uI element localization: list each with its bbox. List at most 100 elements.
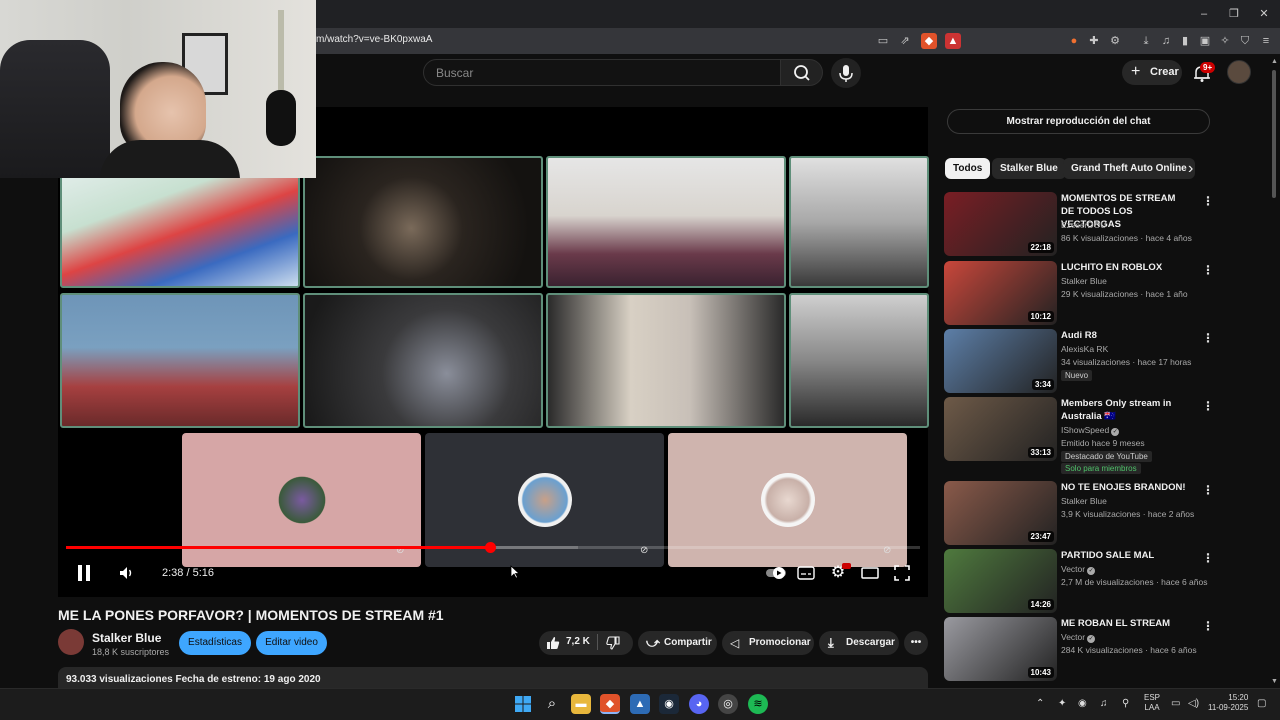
menu-icon[interactable]: ≡ — [1258, 33, 1274, 49]
edit-video-button[interactable]: Editar video — [256, 631, 327, 655]
share-page-icon[interactable]: ⇗ — [897, 33, 913, 49]
sidebar-icon[interactable]: ▮ — [1177, 33, 1193, 49]
download-icon[interactable]: ⤓ — [1138, 33, 1154, 49]
vpn-icon[interactable]: ⛉ — [1237, 33, 1253, 49]
tray-steam-icon[interactable]: ◉ — [1078, 698, 1087, 709]
download-button[interactable]: ⤓ Descargar — [819, 631, 899, 655]
recommendation-item[interactable]: 22:18 MOMENTOS DE STREAM DE TODOS LOS VEC… — [944, 192, 1224, 258]
start-button[interactable] — [513, 694, 533, 714]
recommendation-item[interactable]: 33:13 Members Only stream in Australia 🇦🇺… — [944, 397, 1224, 474]
autoplay-toggle[interactable] — [765, 565, 787, 581]
search-button[interactable] — [781, 59, 823, 86]
video-thumbnail[interactable]: 10:12 — [944, 261, 1057, 325]
language-indicator[interactable]: ESP LAA — [1144, 693, 1160, 713]
promote-button[interactable]: ◁ Promocionar — [722, 631, 814, 655]
close-icon[interactable]: ✕ — [1256, 6, 1272, 22]
chip-gta-online[interactable]: Grand Theft Auto Online — [1063, 158, 1195, 179]
recommendation-item[interactable]: 10:43 ME ROBAN EL STREAM Vector ✓ 284 K visu… — [944, 617, 1224, 683]
voice-search-button[interactable] — [831, 58, 861, 88]
spotify-icon[interactable]: ≋ — [748, 694, 768, 714]
brave-browser-icon[interactable]: ◆ — [600, 694, 620, 714]
clock[interactable]: 15:20 11-09-2025 — [1208, 693, 1248, 713]
more-options-icon[interactable]: ⋮ — [1202, 399, 1214, 413]
show-chat-replay-button[interactable]: Mostrar reproducción del chat — [947, 109, 1210, 134]
pause-button[interactable] — [74, 563, 94, 583]
like-button[interactable] — [546, 636, 560, 650]
tray-headset-icon[interactable]: ♫ — [1100, 698, 1108, 709]
media-icon[interactable]: ♫ — [1158, 33, 1174, 49]
recommendation-title[interactable]: LUCHITO EN ROBLOX — [1061, 261, 1191, 274]
network-icon[interactable]: ▭ — [1171, 698, 1180, 709]
share-button[interactable]: ⤻ Compartir — [638, 631, 717, 655]
recommendation-item[interactable]: 10:12 LUCHITO EN ROBLOX Stalker Blue 29 K v… — [944, 261, 1224, 327]
wallet-icon[interactable]: ▣ — [1197, 33, 1213, 49]
discord-icon[interactable]: ◕ — [689, 694, 709, 714]
more-options-icon[interactable]: ⋮ — [1202, 619, 1214, 633]
recommendation-title[interactable]: Audi R8 — [1061, 329, 1191, 342]
video-thumbnail[interactable]: 10:43 — [944, 617, 1057, 681]
tray-expand-icon[interactable]: ⌃ — [1036, 698, 1044, 709]
recommendation-title[interactable]: NO TE ENOJES BRANDON! — [1061, 481, 1191, 494]
dislike-button[interactable] — [606, 636, 620, 650]
recommendation-title[interactable]: Members Only stream in Australia 🇦🇺 — [1061, 397, 1191, 423]
notification-center-icon[interactable]: ▢ — [1257, 698, 1266, 709]
account-avatar[interactable] — [1227, 60, 1251, 84]
more-options-icon[interactable]: ⋮ — [1202, 483, 1214, 497]
more-options-icon[interactable]: ⋮ — [1202, 194, 1214, 208]
recommendation-item[interactable]: 3:34 Audi R8 AlexisKa RK 34 visualizaciones… — [944, 329, 1224, 395]
photos-icon[interactable]: ▲ — [630, 694, 650, 714]
recommendation-channel[interactable]: AlexisKa RK — [1061, 344, 1108, 354]
fullscreen-button[interactable] — [893, 564, 911, 582]
stats-button[interactable]: Estadísticas — [179, 631, 251, 655]
obs-icon[interactable]: ◎ — [718, 694, 738, 714]
recommendation-channel[interactable]: Vector ✓ — [1061, 564, 1096, 575]
brave-shield-icon[interactable]: ◆ — [921, 33, 937, 49]
subtitles-button[interactable] — [797, 564, 815, 582]
video-thumbnail[interactable]: 23:47 — [944, 481, 1057, 545]
video-thumbnail[interactable]: 22:18 — [944, 192, 1057, 256]
taskbar-search-icon[interactable]: ⌕ — [542, 694, 562, 714]
more-options-icon[interactable]: ⋮ — [1202, 551, 1214, 565]
scroll-up-icon[interactable]: ▲ — [1271, 58, 1278, 65]
extension-gear-icon[interactable]: ⚙ — [1107, 33, 1123, 49]
scrollbar-thumb[interactable] — [1272, 70, 1276, 198]
video-thumbnail[interactable]: 33:13 — [944, 397, 1057, 461]
search-input[interactable]: Buscar — [423, 59, 781, 86]
recommendation-channel[interactable]: Vector ✓ — [1061, 632, 1096, 643]
create-button[interactable]: + Crear — [1122, 60, 1182, 85]
minimize-icon[interactable]: – — [1196, 6, 1212, 22]
recommendation-channel[interactable]: Stalker Blue — [1061, 276, 1107, 286]
recommendation-item[interactable]: 23:47 NO TE ENOJES BRANDON! Stalker Blue 3,… — [944, 481, 1224, 547]
progress-scrubber[interactable] — [485, 542, 496, 553]
speaker-icon[interactable]: ◁) — [1188, 698, 1199, 709]
recommendation-title[interactable]: ME ROBAN EL STREAM — [1061, 617, 1191, 630]
extensions-icon[interactable]: ✚ — [1086, 33, 1102, 49]
scroll-down-icon[interactable]: ▼ — [1271, 678, 1278, 685]
cast-icon[interactable]: ▭ — [875, 33, 891, 49]
brave-rewards-icon[interactable]: ▲ — [945, 33, 961, 49]
tray-app-icon[interactable]: ✦ — [1058, 698, 1066, 709]
more-options-icon[interactable]: ⋮ — [1202, 331, 1214, 345]
tray-mic-icon[interactable]: ⚲ — [1122, 698, 1129, 709]
url-input[interactable]: m/watch?v=ve-BK0pxwaA — [316, 34, 432, 45]
maximize-icon[interactable]: ❐ — [1226, 6, 1242, 22]
recommendation-channel[interactable]: EzeserDOU — [1061, 220, 1106, 230]
recommendation-channel[interactable]: Stalker Blue — [1061, 496, 1107, 506]
recommendation-channel[interactable]: IShowSpeed ✓ — [1061, 425, 1120, 436]
video-thumbnail[interactable]: 3:34 — [944, 329, 1057, 393]
recommendation-item[interactable]: 14:26 PARTIDO SALE MAL Vector ✓ 2,7 M de vis… — [944, 549, 1224, 615]
file-explorer-icon[interactable]: ▬ — [571, 694, 591, 714]
channel-name[interactable]: Stalker Blue — [92, 631, 161, 645]
channel-avatar[interactable] — [58, 629, 84, 655]
chip-all[interactable]: Todos — [945, 158, 991, 179]
more-options-icon[interactable]: ⋮ — [1202, 263, 1214, 277]
more-actions-button[interactable]: ••• — [904, 631, 928, 655]
theater-mode-button[interactable] — [861, 564, 879, 582]
chevron-right-icon[interactable]: › — [1188, 160, 1193, 178]
extension-fire-icon[interactable]: ● — [1066, 33, 1082, 49]
steam-icon[interactable]: ◉ — [659, 694, 679, 714]
volume-button[interactable] — [117, 564, 137, 582]
leo-icon[interactable]: ✧ — [1217, 33, 1233, 49]
chip-channel[interactable]: Stalker Blue — [992, 158, 1066, 179]
recommendation-title[interactable]: PARTIDO SALE MAL — [1061, 549, 1191, 562]
